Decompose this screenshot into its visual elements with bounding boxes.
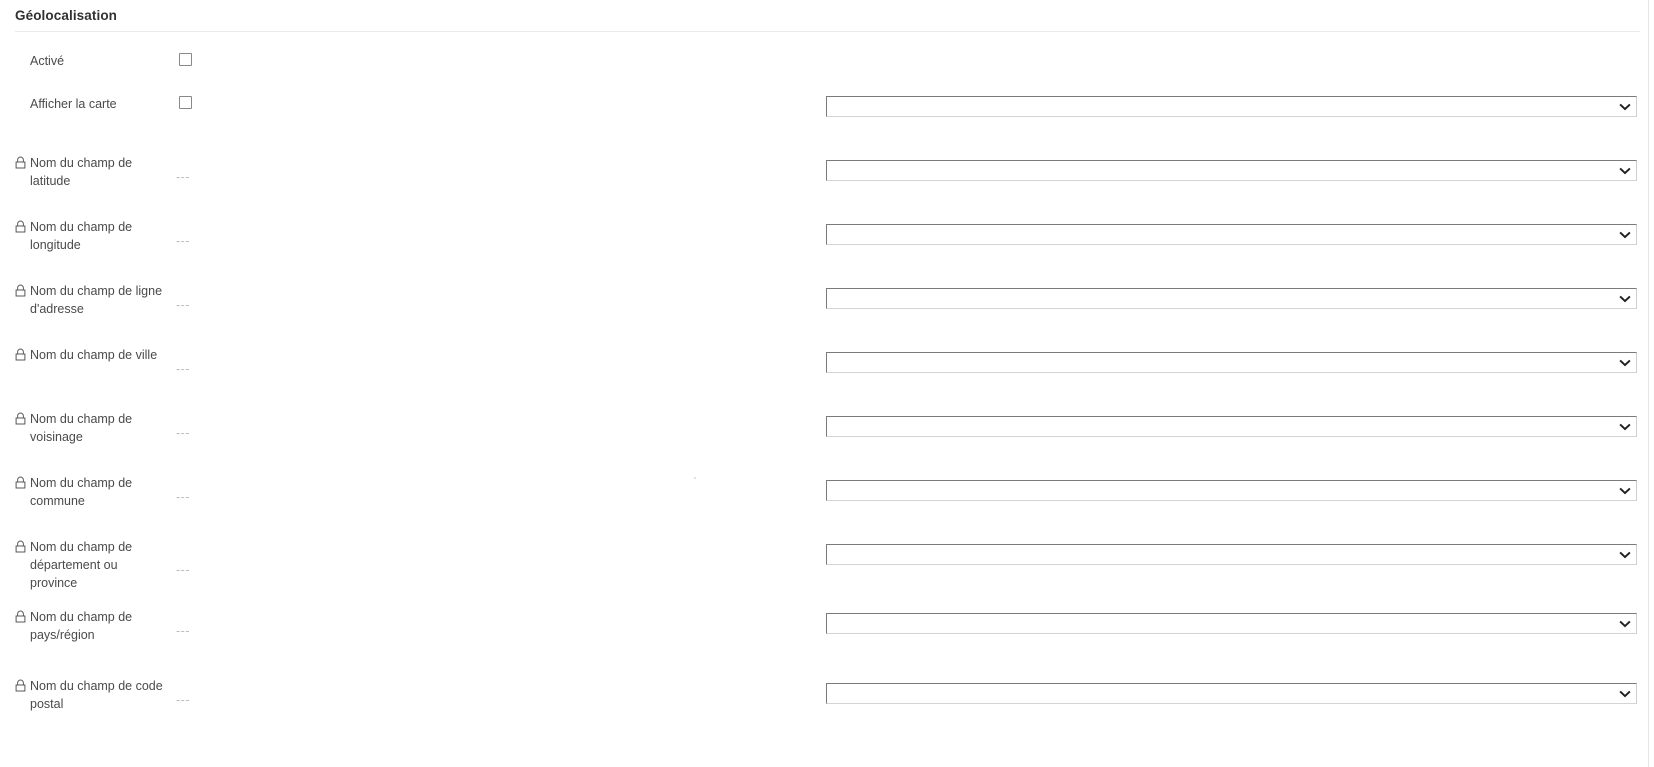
label-neighborhood-field-text: Nom du champ de voisinage xyxy=(30,412,133,444)
lock-icon xyxy=(15,540,26,553)
page-title: Géolocalisation xyxy=(15,8,118,23)
label-state-province-field: Nom du champ de département ou province xyxy=(15,538,165,592)
chevron-down-icon xyxy=(1619,357,1631,369)
chevron-down-icon xyxy=(1619,101,1631,113)
value-municipality-field: --- xyxy=(176,490,190,504)
header-divider xyxy=(15,31,1640,32)
label-address-line-field: Nom du champ de ligne d'adresse xyxy=(15,282,165,318)
dropdown-address-line-field[interactable] xyxy=(826,288,1637,309)
value-latitude-field: --- xyxy=(176,170,190,184)
checkbox-show-map[interactable] xyxy=(179,96,192,109)
label-address-line-field-text: Nom du champ de ligne d'adresse xyxy=(30,284,163,316)
label-city-field-text: Nom du champ de ville xyxy=(30,348,158,362)
dropdown-latitude-field[interactable] xyxy=(826,160,1637,181)
checkbox-enabled[interactable] xyxy=(179,53,192,66)
dropdown-postal-code-field[interactable] xyxy=(826,683,1637,704)
lock-icon xyxy=(15,220,26,233)
lock-icon xyxy=(15,412,26,425)
value-state-province-field: --- xyxy=(176,563,190,577)
chevron-down-icon xyxy=(1619,229,1631,241)
chevron-down-icon xyxy=(1619,485,1631,497)
chevron-down-icon xyxy=(1619,618,1631,630)
chevron-down-icon xyxy=(1619,688,1631,700)
chevron-down-icon xyxy=(1619,421,1631,433)
value-address-line-field: --- xyxy=(176,298,190,312)
label-country-region-field-text: Nom du champ de pays/région xyxy=(30,610,133,642)
chevron-down-icon xyxy=(1619,293,1631,305)
dropdown-neighborhood-field[interactable] xyxy=(826,416,1637,437)
label-municipality-field-text: Nom du champ de commune xyxy=(30,476,133,508)
label-city-field: Nom du champ de ville xyxy=(15,346,165,364)
label-state-province-field-text: Nom du champ de département ou province xyxy=(30,540,133,590)
label-latitude-field: Nom du champ de latitude xyxy=(15,154,165,190)
label-municipality-field: Nom du champ de commune xyxy=(15,474,165,510)
lock-icon xyxy=(15,156,26,169)
label-latitude-field-text: Nom du champ de latitude xyxy=(30,156,133,188)
value-city-field: --- xyxy=(176,362,190,376)
dropdown-country-region-field[interactable] xyxy=(826,613,1637,634)
label-longitude-field: Nom du champ de longitude xyxy=(15,218,165,254)
label-neighborhood-field: Nom du champ de voisinage xyxy=(15,410,165,446)
dropdown-city-field[interactable] xyxy=(826,352,1637,373)
cursor-artifact-dot xyxy=(694,477,696,479)
lock-icon xyxy=(15,284,26,297)
dropdown-state-province-field[interactable] xyxy=(826,544,1637,565)
value-postal-code-field: --- xyxy=(176,693,190,707)
chevron-down-icon xyxy=(1619,549,1631,561)
dropdown-municipality-field[interactable] xyxy=(826,480,1637,501)
dropdown-longitude-field[interactable] xyxy=(826,224,1637,245)
label-postal-code-field-text: Nom du champ de code postal xyxy=(30,679,163,711)
lock-icon xyxy=(15,476,26,489)
value-neighborhood-field: --- xyxy=(176,426,190,440)
label-longitude-field-text: Nom du champ de longitude xyxy=(30,220,133,252)
value-longitude-field: --- xyxy=(176,234,190,248)
label-enabled: Activé xyxy=(30,54,65,68)
label-postal-code-field: Nom du champ de code postal xyxy=(15,677,165,713)
lock-icon xyxy=(15,679,26,692)
value-country-region-field: --- xyxy=(176,624,190,638)
panel-right-edge xyxy=(1648,0,1649,767)
lock-icon xyxy=(15,610,26,623)
dropdown-show-map[interactable] xyxy=(826,96,1637,117)
geolocation-settings-panel: Géolocalisation Activé Afficher la carte xyxy=(0,0,1654,767)
chevron-down-icon xyxy=(1619,165,1631,177)
lock-icon xyxy=(15,348,26,361)
label-show-map: Afficher la carte xyxy=(30,97,117,111)
label-country-region-field: Nom du champ de pays/région xyxy=(15,608,165,644)
